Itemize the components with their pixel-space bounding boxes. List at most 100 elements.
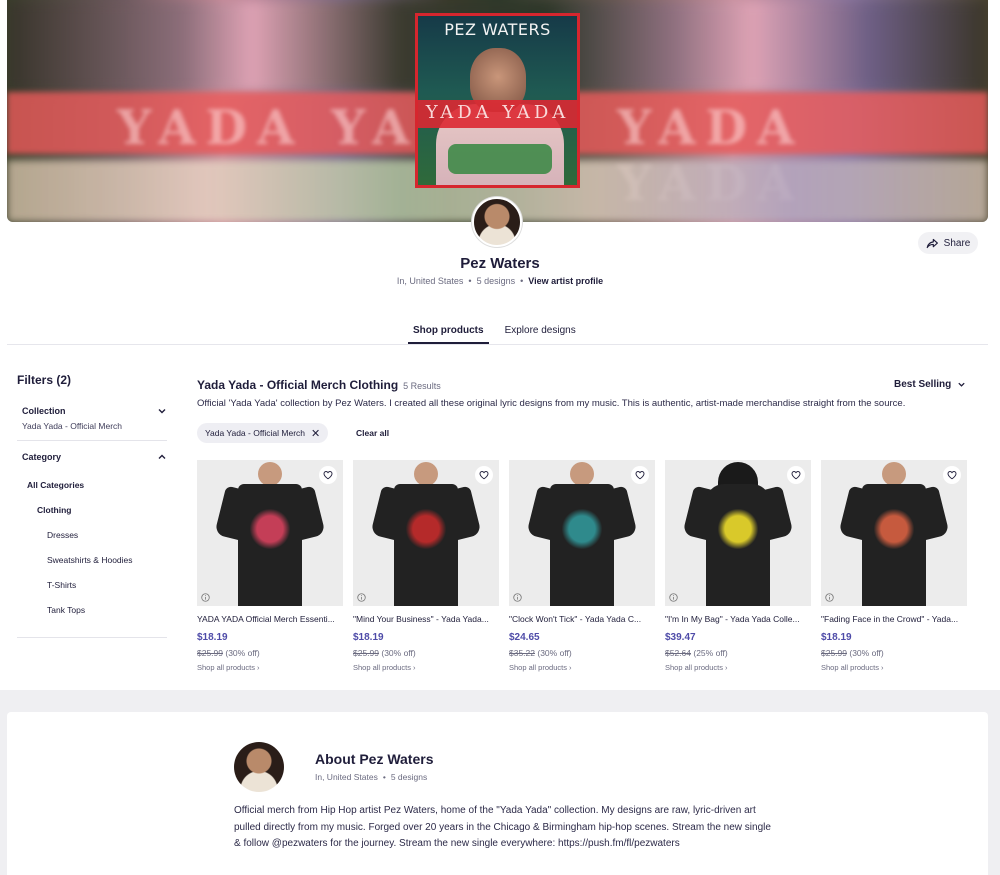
tshirt-mockup	[526, 462, 638, 606]
info-icon[interactable]	[357, 593, 366, 602]
heart-icon	[479, 471, 489, 480]
strikethrough-price: $25.99	[821, 648, 847, 658]
artist-avatar[interactable]	[472, 197, 522, 247]
model-head	[414, 462, 438, 486]
tab-shop-products[interactable]: Shop products	[408, 325, 489, 344]
shop-all-products-link[interactable]: Shop all products ›	[353, 663, 499, 672]
favorite-button[interactable]	[787, 466, 805, 484]
product-card[interactable]: "I'm In My Bag" - Yada Yada Colle... $39.…	[665, 460, 811, 672]
about-avatar[interactable]	[234, 742, 284, 792]
view-artist-profile-link[interactable]: View artist profile	[528, 276, 603, 286]
favorite-button[interactable]	[943, 466, 961, 484]
product-price: $39.47	[665, 632, 696, 643]
product-image[interactable]	[821, 460, 967, 606]
shop-all-products-link[interactable]: Shop all products ›	[197, 663, 343, 672]
filter-divider	[17, 440, 167, 441]
tab-explore-designs[interactable]: Explore designs	[505, 325, 576, 344]
design-print	[562, 508, 602, 550]
discount-label: (30% off)	[381, 648, 416, 658]
about-title: About Pez Waters	[315, 751, 434, 767]
chip-label: Yada Yada - Official Merch	[205, 428, 306, 438]
results-title-text: Yada Yada - Official Merch Clothing	[197, 378, 399, 392]
product-image[interactable]	[197, 460, 343, 606]
close-icon[interactable]: ✕	[311, 427, 320, 440]
share-button[interactable]: Share	[918, 232, 978, 254]
clear-all-button[interactable]: Clear all	[356, 428, 389, 438]
product-original-price: $25.99 (30% off)	[821, 648, 967, 658]
model-head	[570, 462, 594, 486]
filter-category-label: Category	[22, 452, 62, 462]
chevron-down-icon[interactable]	[157, 406, 167, 416]
discount-label: (30% off)	[537, 648, 572, 658]
results-title: Yada Yada - Official Merch Clothing 5 Res…	[197, 378, 441, 392]
filter-divider	[17, 637, 167, 638]
product-image[interactable]	[665, 460, 811, 606]
design-print	[250, 508, 290, 550]
cover-figure-hands	[448, 144, 552, 174]
info-icon[interactable]	[825, 593, 834, 602]
heart-icon	[323, 471, 333, 480]
category-t-shirts[interactable]: T-Shirts	[47, 580, 76, 590]
design-print	[874, 508, 914, 550]
discount-label: (30% off)	[849, 648, 884, 658]
discount-label: (30% off)	[225, 648, 260, 658]
strikethrough-price: $52.64	[665, 648, 691, 658]
product-card[interactable]: "Clock Won't Tick" - Yada Yada C... $24.6…	[509, 460, 655, 672]
product-image[interactable]	[353, 460, 499, 606]
product-price: $18.19	[821, 632, 852, 643]
product-price: $24.65	[509, 632, 540, 643]
chevron-up-icon[interactable]	[157, 452, 167, 462]
product-original-price: $25.99 (30% off)	[353, 648, 499, 658]
strikethrough-price: $25.99	[197, 648, 223, 658]
shop-all-products-link[interactable]: Shop all products ›	[665, 663, 811, 672]
category-all[interactable]: All Categories	[27, 480, 84, 490]
favorite-button[interactable]	[631, 466, 649, 484]
results-count: 5 Results	[403, 381, 441, 391]
product-name[interactable]: "Clock Won't Tick" - Yada Yada C...	[509, 614, 655, 624]
heart-icon	[947, 471, 957, 480]
active-filter-chip[interactable]: Yada Yada - Official Merch ✕	[197, 423, 329, 443]
product-name[interactable]: "I'm In My Bag" - Yada Yada Colle...	[665, 614, 811, 624]
favorite-button[interactable]	[319, 466, 337, 484]
info-icon[interactable]	[201, 593, 210, 602]
category-clothing[interactable]: Clothing	[37, 505, 71, 515]
tshirt-mockup	[838, 462, 950, 606]
info-icon[interactable]	[669, 593, 678, 602]
product-card[interactable]: "Mind Your Business" - Yada Yada... $18.1…	[353, 460, 499, 672]
category-tank-tops[interactable]: Tank Tops	[47, 605, 85, 615]
about-text: Official merch from Hip Hop artist Pez W…	[234, 805, 771, 849]
share-icon	[926, 238, 938, 248]
results-description: Official 'Yada Yada' collection by Pez W…	[197, 398, 906, 409]
favorite-button[interactable]	[475, 466, 493, 484]
product-card[interactable]: YADA YADA Official Merch Essenti... $18.1…	[197, 460, 343, 672]
artist-meta: In, United States • 5 designs • View artist …	[0, 276, 1000, 286]
filter-collection[interactable]: Collection Yada Yada - Official Merch	[17, 406, 167, 431]
share-label: Share	[943, 237, 971, 249]
shop-all-products-link[interactable]: Shop all products ›	[509, 663, 655, 672]
product-original-price: $25.99 (30% off)	[197, 648, 343, 658]
model-head	[882, 462, 906, 486]
filter-category[interactable]: Category	[17, 452, 167, 462]
shop-all-products-link[interactable]: Shop all products ›	[821, 663, 967, 672]
filter-collection-label: Collection	[22, 406, 66, 416]
model-head	[258, 462, 282, 486]
meta-dot: •	[382, 772, 386, 782]
hoodie-mockup	[682, 462, 794, 606]
product-name[interactable]: YADA YADA Official Merch Essenti...	[197, 614, 343, 624]
cover-title-text: YADA YADA	[425, 102, 570, 123]
strikethrough-price: $25.99	[353, 648, 379, 658]
product-card[interactable]: "Fading Face in the Crowd" - Yada... $18.…	[821, 460, 967, 672]
category-sweatshirts-hoodies[interactable]: Sweatshirts & Hoodies	[47, 555, 133, 565]
tshirt-mockup	[214, 462, 326, 606]
sort-label: Best Selling	[894, 379, 952, 390]
artist-location: In, United States	[396, 276, 464, 286]
sort-dropdown[interactable]: Best Selling	[894, 379, 966, 390]
category-dresses[interactable]: Dresses	[47, 530, 78, 540]
artist-design-count[interactable]: 5 designs	[477, 276, 516, 286]
info-icon[interactable]	[513, 593, 522, 602]
product-name[interactable]: "Mind Your Business" - Yada Yada...	[353, 614, 499, 624]
heart-icon	[635, 471, 645, 480]
about-location: In, United States	[315, 772, 378, 782]
product-image[interactable]	[509, 460, 655, 606]
product-name[interactable]: "Fading Face in the Crowd" - Yada...	[821, 614, 967, 624]
